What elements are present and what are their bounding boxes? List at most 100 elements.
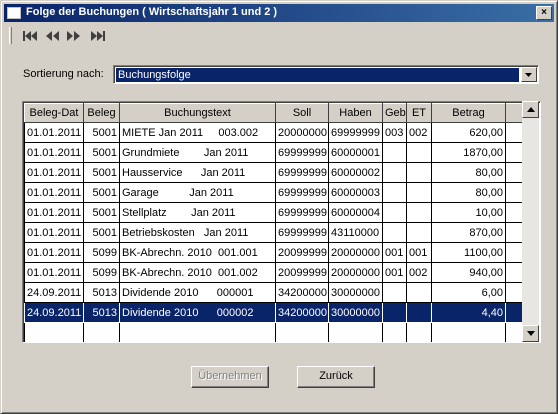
table-row[interactable]: 24.09.2011 5013 Dividende 2010 000001 34200… [24,282,525,303]
scroll-down-button[interactable] [522,325,539,342]
table-cell[interactable]: 30000000 [328,282,383,303]
column-header-beleg-dat[interactable]: Beleg-Dat [24,103,84,123]
toolbar-grip[interactable] [9,27,12,44]
table-cell[interactable]: Garage Jan 2011 [119,182,276,203]
table-cell[interactable] [382,162,407,183]
table-cell[interactable]: 001 [382,242,407,263]
table-cell[interactable]: 69999999 [275,182,329,203]
table-cell[interactable]: 5001 [83,162,120,183]
table-cell[interactable]: 5001 [83,142,120,163]
table-cell[interactable]: 80,00 [431,182,506,203]
first-record-icon[interactable] [21,28,39,44]
table-cell[interactable]: 001 [382,262,407,283]
table-cell[interactable]: 5001 [83,122,120,143]
table-cell[interactable]: 5001 [83,222,120,243]
table-cell[interactable]: 10,00 [431,202,506,223]
scroll-up-button[interactable] [522,101,539,118]
table-cell[interactable]: 4,40 [431,302,506,323]
table-row[interactable]: 01.01.2011 5001 Garage Jan 2011 69999999 600… [24,182,525,203]
table-cell[interactable]: 20000000 [328,262,383,283]
title-bar[interactable]: Folge der Buchungen ( Wirtschaftsjahr 1 … [4,4,554,22]
table-row[interactable]: 01.01.2011 5001 Stellplatz Jan 2011 6999999… [24,202,525,223]
table-cell[interactable]: 34200000 [275,302,329,323]
table-cell[interactable]: 6,00 [431,282,506,303]
table-cell[interactable]: 24.09.2011 [24,282,84,303]
table-cell[interactable]: 1870,00 [431,142,506,163]
table-cell[interactable]: 30000000 [328,302,383,323]
table-row[interactable]: 24.09.2011 5013 Dividende 2010 000002 34200… [24,302,525,323]
previous-record-icon[interactable] [43,28,61,44]
table-cell[interactable]: Grundmiete Jan 2011 [119,142,276,163]
empty-new-row[interactable] [24,322,525,342]
table-cell[interactable]: 24.09.2011 [24,302,84,323]
table-cell[interactable]: Betriebskosten Jan 2011 [119,222,276,243]
column-header-soll[interactable]: Soll [275,103,329,123]
column-header-buchungstext[interactable]: Buchungstext [119,103,276,123]
table-row[interactable]: 01.01.2011 5001 Hausservice Jan 2011 699999… [24,162,525,183]
table-cell[interactable]: 20099999 [275,242,329,263]
table-cell[interactable]: Dividende 2010 000001 [119,282,276,303]
close-button[interactable]: × [536,6,552,20]
table-cell[interactable]: 940,00 [431,262,506,283]
table-cell-empty[interactable] [24,322,84,342]
table-cell[interactable]: 69999999 [275,222,329,243]
table-cell[interactable] [382,302,407,323]
table-cell[interactable]: BK-Abrechn. 2010 001.001 [119,242,276,263]
table-cell[interactable] [382,282,407,303]
table-cell[interactable]: 5099 [83,242,120,263]
table-row[interactable]: 01.01.2011 5001 Betriebskosten Jan 2011 699… [24,222,525,243]
table-cell[interactable]: 002 [406,122,432,143]
dropdown-arrow-button[interactable] [521,67,537,82]
table-cell-empty[interactable] [328,322,383,342]
table-row[interactable]: 01.01.2011 5001 Grundmiete Jan 2011 6999999… [24,142,525,163]
table-cell[interactable] [406,302,432,323]
table-cell[interactable]: 34200000 [275,282,329,303]
table-cell[interactable]: 69999999 [328,122,383,143]
table-cell[interactable]: 01.01.2011 [24,122,84,143]
column-header-et[interactable]: ET [406,103,432,123]
table-cell[interactable]: 60000001 [328,142,383,163]
last-record-icon[interactable] [89,28,107,44]
table-cell[interactable]: 01.01.2011 [24,242,84,263]
table-cell[interactable]: 69999999 [275,142,329,163]
table-cell[interactable]: 1100,00 [431,242,506,263]
table-cell[interactable]: 43110000 [328,222,383,243]
table-row[interactable]: 01.01.2011 5099 BK-Abrechn. 2010 001.001 20… [24,242,525,263]
table-cell-empty[interactable] [431,322,506,342]
table-cell[interactable]: 01.01.2011 [24,162,84,183]
table-cell[interactable] [406,162,432,183]
table-cell[interactable]: 60000002 [328,162,383,183]
table-cell-empty[interactable] [119,322,276,342]
vertical-scrollbar[interactable] [522,101,539,342]
table-cell[interactable]: 001 [406,242,432,263]
table-cell[interactable]: 69999999 [275,162,329,183]
table-cell[interactable]: 002 [406,262,432,283]
table-cell[interactable]: 870,00 [431,222,506,243]
table-cell-empty[interactable] [83,322,120,342]
table-cell[interactable]: Hausservice Jan 2011 [119,162,276,183]
table-cell-empty[interactable] [275,322,329,342]
table-cell[interactable] [382,182,407,203]
table-cell[interactable]: 5013 [83,302,120,323]
table-cell[interactable]: Dividende 2010 000002 [119,302,276,323]
column-header-beleg[interactable]: Beleg [83,103,120,123]
table-cell[interactable]: 003 [382,122,407,143]
table-cell[interactable]: Stellplatz Jan 2011 [119,202,276,223]
table-cell[interactable]: 01.01.2011 [24,182,84,203]
table-row[interactable]: 01.01.2011 5001 MIETE Jan 2011 003.002 2000… [24,122,525,143]
table-cell[interactable]: 20099999 [275,262,329,283]
table-cell[interactable]: 5099 [83,262,120,283]
table-cell[interactable] [382,142,407,163]
apply-button[interactable]: Übernehmen [191,366,269,388]
table-cell[interactable] [406,142,432,163]
table-cell[interactable]: 01.01.2011 [24,142,84,163]
table-cell[interactable]: BK-Abrechn. 2010 001.002 [119,262,276,283]
table-cell[interactable] [406,182,432,203]
next-record-icon[interactable] [65,28,83,44]
table-cell[interactable]: 01.01.2011 [24,262,84,283]
table-cell[interactable]: 69999999 [275,202,329,223]
column-header-haben[interactable]: Haben [328,103,383,123]
table-cell[interactable] [406,222,432,243]
table-cell[interactable]: 20000000 [275,122,329,143]
table-cell-empty[interactable] [382,322,407,342]
